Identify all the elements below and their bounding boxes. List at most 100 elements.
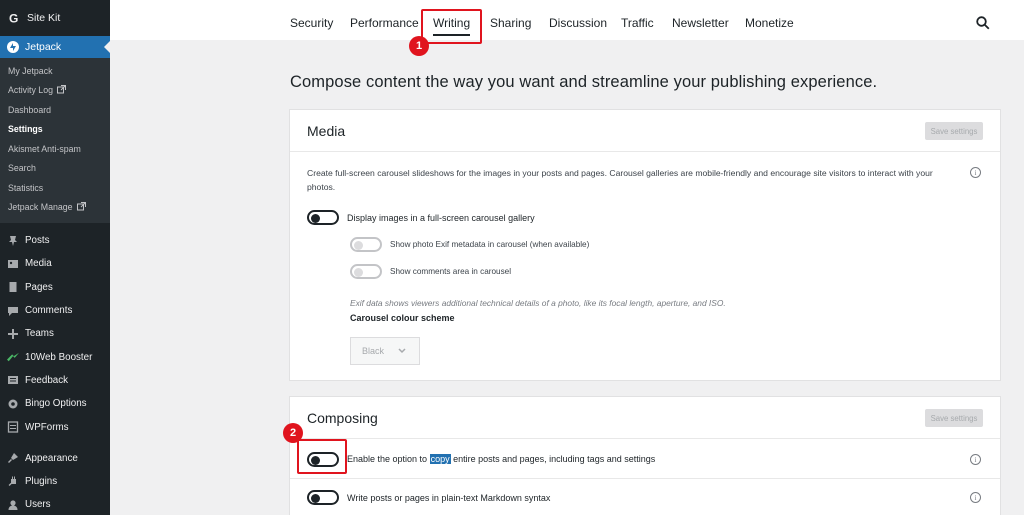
sidebar-subitem-activity-log[interactable]: Activity Log xyxy=(0,81,110,101)
svg-text:G: G xyxy=(9,12,18,24)
sidebar-item-wpforms[interactable]: WPForms xyxy=(0,415,110,438)
sidebar-subitem-label: Jetpack Manage xyxy=(8,202,73,213)
jetpack-icon xyxy=(7,41,19,53)
sidebar-item-feedback[interactable]: Feedback xyxy=(0,369,110,392)
media-card: Media Save settings Create full-screen c… xyxy=(290,110,1000,380)
comments-toggle-label: Show comments area in carousel xyxy=(390,267,512,276)
comments-toggle[interactable] xyxy=(350,264,382,279)
tab-discussion[interactable]: Discussion xyxy=(549,16,607,30)
feedback-icon xyxy=(7,374,19,386)
sidebar-subitem-label: My Jetpack xyxy=(8,65,53,76)
sidebar-item-label: Jetpack xyxy=(25,41,62,53)
step-badge-1: 1 xyxy=(409,36,429,56)
exif-toggle-label: Show photo Exif metadata in carousel (wh… xyxy=(390,240,590,249)
tab-security[interactable]: Security xyxy=(290,16,333,30)
highlight-box-copy-toggle xyxy=(297,439,347,474)
sidebar-subitem-label: Statistics xyxy=(8,182,44,193)
sidebar-item-jetpack[interactable]: Jetpack xyxy=(0,36,110,58)
copy-label-after: entire posts and pages, including tags a… xyxy=(450,454,656,464)
copy-info-icon[interactable]: i xyxy=(970,454,981,465)
user-icon xyxy=(7,499,19,511)
row-divider xyxy=(290,478,1000,479)
sidebar-subitem-label: Akismet Anti-spam xyxy=(8,143,81,154)
sidebar-item-site-kit[interactable]: G Site Kit xyxy=(0,0,110,36)
carousel-scheme-label: Carousel colour scheme xyxy=(350,313,455,323)
composing-card-header: Composing Save settings xyxy=(290,397,1000,439)
carousel-toggle[interactable] xyxy=(307,210,339,225)
sidebar-item-users[interactable]: Users xyxy=(0,493,110,515)
sidebar-item-label: Posts xyxy=(25,235,50,247)
sidebar-item-label: Feedback xyxy=(25,374,69,386)
sidebar-subitem-my-jetpack[interactable]: My Jetpack xyxy=(0,61,110,81)
carousel-scheme-value: Black xyxy=(362,346,385,356)
exif-toggle[interactable] xyxy=(350,237,382,252)
sidebar-item-label: Pages xyxy=(25,281,53,293)
sidebar-subitem-label: Search xyxy=(8,163,36,174)
booster-icon xyxy=(7,351,19,363)
sidebar-item-label: 10Web Booster xyxy=(25,351,93,363)
forms-icon xyxy=(7,421,19,433)
media-description: Create full-screen carousel slideshows f… xyxy=(307,168,933,192)
brush-icon xyxy=(7,452,19,464)
jetpack-submenu: My Jetpack Activity Log Dashboard Settings A… xyxy=(0,58,110,223)
sidebar-item-label: Comments xyxy=(25,305,73,317)
step-badge-2: 2 xyxy=(283,423,303,443)
media-card-title: Media xyxy=(307,122,346,139)
tab-sharing[interactable]: Sharing xyxy=(490,16,531,30)
media-info-icon[interactable]: i xyxy=(970,167,981,178)
sidebar-subitem-label: Activity Log xyxy=(8,85,53,96)
sidebar-item-teams[interactable]: Teams xyxy=(0,322,110,345)
media-card-header: Media Save settings xyxy=(290,110,1000,152)
sidebar-item-appearance[interactable]: Appearance xyxy=(0,447,110,470)
sidebar-subitem-search[interactable]: Search xyxy=(0,159,110,179)
sidebar-subitem-label: Settings xyxy=(8,124,43,135)
plus-icon xyxy=(7,328,19,340)
sidebar-item-bingo-options[interactable]: Bingo Options xyxy=(0,392,110,415)
media-save-button[interactable]: Save settings xyxy=(925,122,983,140)
markdown-info-icon[interactable]: i xyxy=(970,492,981,503)
sidebar-item-label: Plugins xyxy=(25,476,58,488)
sidebar-subitem-label: Dashboard xyxy=(8,104,52,115)
media-icon xyxy=(7,258,19,270)
copy-post-label: Enable the option to copy entire posts a… xyxy=(347,454,655,464)
sidebar-subitem-settings[interactable]: Settings xyxy=(0,120,110,140)
sidebar-item-label: WPForms xyxy=(25,421,69,433)
pages-icon xyxy=(7,281,19,293)
pin-icon xyxy=(7,235,19,247)
composing-save-button[interactable]: Save settings xyxy=(925,409,983,427)
google-g-icon: G xyxy=(7,12,20,25)
sidebar-item-label: Appearance xyxy=(25,452,78,464)
sidebar-item-label: Media xyxy=(25,258,52,270)
exif-note: Exif data shows viewers additional techn… xyxy=(350,298,726,308)
search-icon[interactable] xyxy=(976,16,990,30)
carousel-toggle-label: Display images in a full-screen carousel… xyxy=(347,213,535,223)
markdown-toggle[interactable] xyxy=(307,490,339,505)
tab-newsletter[interactable]: Newsletter xyxy=(672,16,729,30)
tab-traffic[interactable]: Traffic xyxy=(621,16,654,30)
settings-tabs: Security Performance Writing Sharing Dis… xyxy=(110,0,1024,40)
sidebar-item-media[interactable]: Media xyxy=(0,252,110,275)
sidebar-item-label: Users xyxy=(25,499,51,511)
comments-icon xyxy=(7,305,19,317)
copy-label-before: Enable the option to xyxy=(347,454,430,464)
highlight-box-writing xyxy=(421,9,482,44)
sidebar-subitem-statistics[interactable]: Statistics xyxy=(0,178,110,198)
sidebar-subitem-jetpack-manage[interactable]: Jetpack Manage xyxy=(0,198,110,218)
external-link-icon xyxy=(73,201,86,213)
admin-sidebar: G Site Kit Jetpack My Jetpack Activity Lo… xyxy=(0,0,110,515)
composing-card: Composing Save settings Enable the optio… xyxy=(290,397,1000,515)
sidebar-item-pages[interactable]: Pages xyxy=(0,276,110,299)
sidebar-item-label: Bingo Options xyxy=(25,398,87,410)
sidebar-item-posts[interactable]: Posts xyxy=(0,229,110,252)
sidebar-separator xyxy=(0,439,110,447)
sidebar-subitem-dashboard[interactable]: Dashboard xyxy=(0,100,110,120)
sidebar-item-10web-booster[interactable]: 10Web Booster xyxy=(0,345,110,368)
external-link-icon xyxy=(53,84,66,96)
tab-monetize[interactable]: Monetize xyxy=(745,16,794,30)
copy-label-highlight: copy xyxy=(429,454,451,464)
tab-performance[interactable]: Performance xyxy=(350,16,419,30)
sidebar-item-plugins[interactable]: Plugins xyxy=(0,470,110,493)
sidebar-item-comments[interactable]: Comments xyxy=(0,299,110,322)
carousel-scheme-select[interactable]: Black xyxy=(350,337,420,365)
sidebar-subitem-akismet-anti-spam[interactable]: Akismet Anti-spam xyxy=(0,139,110,159)
